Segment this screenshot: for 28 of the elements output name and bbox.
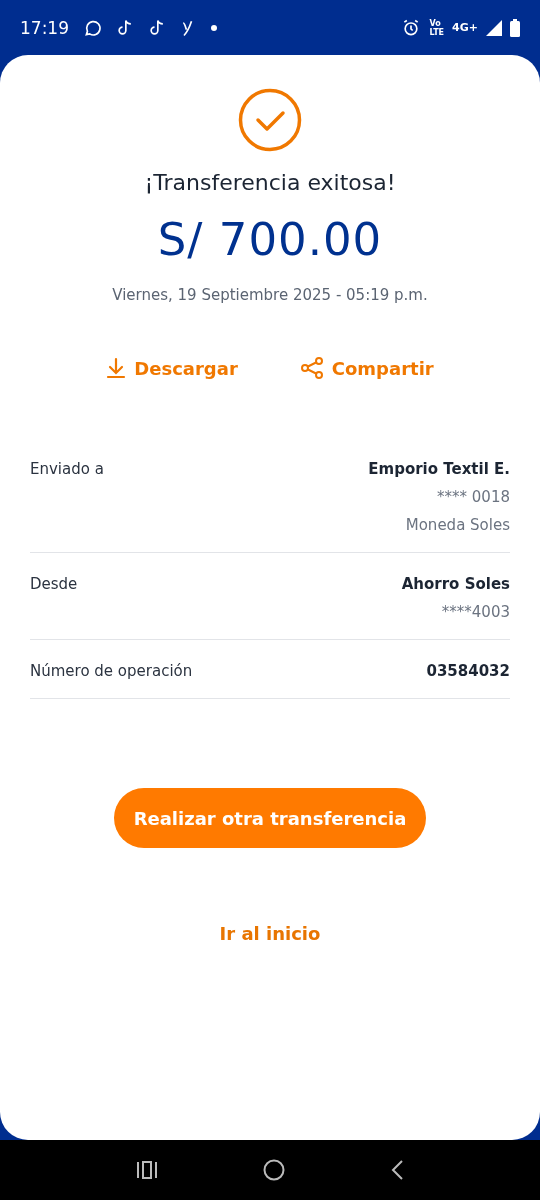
recent-apps-icon[interactable]: [136, 1160, 158, 1180]
new-transfer-button[interactable]: Realizar otra transferencia: [114, 788, 426, 848]
detail-value: ****4003: [441, 603, 510, 621]
detail-value: **** 0018: [437, 488, 510, 506]
network-label: 4G+: [452, 21, 478, 34]
detail-label: Desde: [30, 575, 78, 595]
success-title: ¡Transferencia exitosa!: [144, 170, 396, 195]
detail-value: Emporio Textil E.: [368, 460, 510, 478]
signal-icon: [486, 19, 502, 36]
detail-value: Ahorro Soles: [401, 575, 510, 593]
volte-label: Vo LTE: [429, 18, 445, 37]
success-check-icon: [238, 88, 302, 152]
detail-label: Número de operación: [30, 662, 193, 680]
home-link[interactable]: Ir al inicio: [213, 922, 327, 945]
dot-icon: [211, 24, 217, 31]
share-icon: [299, 356, 324, 380]
share-button[interactable]: Compartir: [299, 356, 434, 380]
battery-icon: [510, 18, 520, 37]
home-icon[interactable]: [263, 1159, 285, 1181]
back-icon[interactable]: [390, 1159, 404, 1181]
amount: S/ 700.00: [157, 213, 383, 266]
transfer-date: Viernes, 19 Septiembre 2025 - 05:19 p.m.: [112, 286, 428, 304]
download-icon: [106, 357, 127, 379]
detail-label: Enviado a: [30, 460, 104, 480]
status-time: 17:19: [20, 17, 69, 38]
detail-value: Moneda Soles: [405, 516, 510, 534]
download-button[interactable]: Descargar: [106, 356, 238, 380]
detail-value: 03584032: [426, 662, 510, 680]
